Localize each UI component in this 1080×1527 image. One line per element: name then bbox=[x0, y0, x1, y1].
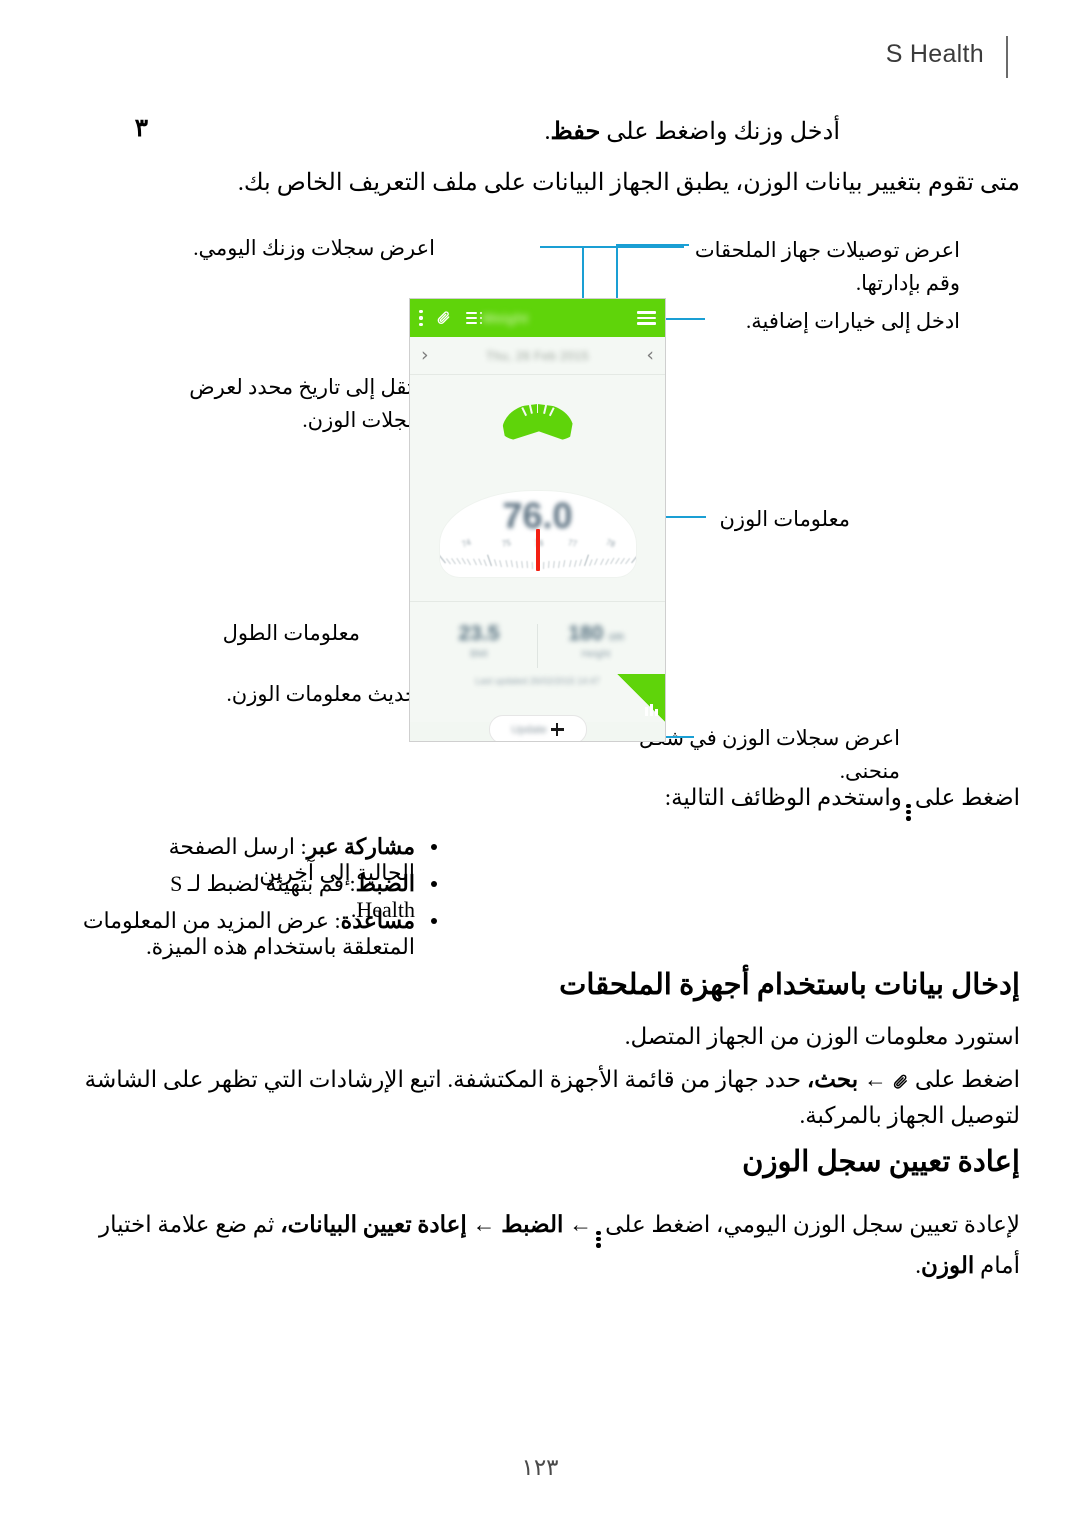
reset-bold-3: الوزن bbox=[921, 1252, 975, 1278]
step-text-plain: أدخل وزنك واضغط على bbox=[600, 119, 840, 145]
paperclip-icon bbox=[890, 1066, 912, 1089]
height-label: Height bbox=[581, 649, 611, 660]
section-heading-accessories: إدخال بيانات باستخدام أجهزة الملحقات bbox=[559, 969, 1020, 1001]
callout-line-daily-records bbox=[540, 246, 684, 248]
update-button[interactable]: Update bbox=[488, 715, 587, 741]
update-button-label: Update bbox=[511, 723, 547, 736]
callout-line-accessory bbox=[616, 244, 689, 246]
intro-paragraph: متى تقوم بتغيير بيانات الوزن، يطبق الجها… bbox=[237, 170, 1020, 196]
accessories-paragraph: استورد معلومات الوزن من الجهاز المتصل. bbox=[624, 1024, 1020, 1049]
functions-intro-after: واستخدم الوظائف التالية: bbox=[664, 785, 902, 810]
callout-left-date-navigate: انتقل إلى تاريخ محدد لعرض سجلات الوزن. bbox=[189, 375, 425, 432]
height-stat[interactable]: 180 cm Height bbox=[544, 622, 648, 660]
current-date-label: Thu, 26 Feb 2015 bbox=[486, 348, 589, 363]
callout-left-height-info: معلومات الطول bbox=[222, 621, 360, 645]
list-item: مساعدة: عرض المزيد من المعلومات المتعلقة… bbox=[75, 908, 437, 960]
bullet-label: مساعدة bbox=[340, 908, 415, 933]
manual-page: S Health ٣ أدخل وزنك واضغط على حفظ. متى … bbox=[0, 0, 1080, 1527]
instruction-part-1: اضغط على bbox=[914, 1067, 1020, 1092]
functions-intro: اضغط على واستخدم الوظائف التالية: bbox=[60, 780, 1020, 821]
functions-intro-before: اضغط على bbox=[914, 785, 1020, 810]
app-title: Weight bbox=[482, 310, 529, 326]
next-day-button[interactable]: ‹ bbox=[421, 346, 429, 365]
plus-icon bbox=[550, 723, 564, 736]
height-value: 180 cm bbox=[568, 622, 624, 645]
running-head: S Health bbox=[0, 28, 1080, 80]
hamburger-icon[interactable] bbox=[637, 311, 656, 325]
bullet-label: الضبط bbox=[355, 871, 415, 896]
bmi-label: BMI bbox=[470, 649, 488, 660]
app-bar-icons bbox=[419, 309, 482, 327]
step-text: أدخل وزنك واضغط على حفظ. bbox=[150, 114, 840, 151]
more-vertical-icon bbox=[596, 1230, 601, 1248]
weight-card[interactable]: 76.0 74 75 76 77 78 bbox=[410, 467, 665, 601]
bullet-dot bbox=[431, 844, 437, 850]
instruction-bold: بحث، bbox=[806, 1067, 859, 1092]
weight-needle bbox=[535, 529, 540, 571]
page-number: ١٢٣ bbox=[521, 1455, 559, 1480]
callout-right-accessory-connections: اعرض توصيلات جهاز الملحقات وقم بإدارتها. bbox=[694, 238, 960, 295]
bullet-dot bbox=[431, 918, 437, 924]
bar-chart-icon bbox=[645, 704, 658, 716]
callout-left-daily-records: اعرض سجلات وزنك اليومي. bbox=[193, 236, 435, 260]
callout-right-more-options: ادخل إلى خيارات إضافية. bbox=[746, 309, 960, 333]
step-text-bold: حفظ bbox=[550, 119, 601, 145]
reset-arrow-2: ← bbox=[472, 1212, 496, 1237]
bullet-label: مشاركة عبر bbox=[306, 834, 415, 859]
list-icon[interactable] bbox=[465, 311, 482, 325]
more-vertical-icon[interactable] bbox=[419, 310, 423, 326]
running-head-title: S Health bbox=[885, 40, 984, 68]
phone-screenshot: Weight › Thu, 26 Feb 2015 ‹ 76.0 74 75 7… bbox=[409, 298, 666, 742]
body-stats-section: 180 cm Height 23.5 BMI Last updated 26/0… bbox=[410, 601, 665, 741]
fan-graphic-area bbox=[410, 375, 665, 467]
section-heading-reset: إعادة تعيين سجل الوزن bbox=[742, 1146, 1020, 1178]
stats-divider bbox=[537, 624, 538, 668]
callout-line-weight-info bbox=[666, 516, 706, 518]
stats-row: 180 cm Height 23.5 BMI bbox=[410, 602, 665, 668]
date-navigation-bar: › Thu, 26 Feb 2015 ‹ bbox=[410, 337, 665, 375]
instruction-arrow: ← bbox=[863, 1067, 887, 1092]
reset-part-1: لإعادة تعيين سجل الوزن اليومي، اضغط على bbox=[605, 1212, 1020, 1237]
prev-day-button[interactable]: › bbox=[646, 346, 654, 365]
bmi-value: 23.5 bbox=[458, 622, 500, 645]
weight-dial: 76.0 74 75 76 77 78 bbox=[439, 491, 636, 577]
reset-arrow-1: ← bbox=[569, 1212, 593, 1237]
step-number: ٣ bbox=[134, 115, 148, 142]
scale-fan-icon bbox=[501, 400, 574, 442]
app-bar: Weight bbox=[410, 299, 665, 337]
reset-bold-2: إعادة تعيين البيانات، bbox=[280, 1212, 467, 1237]
more-vertical-icon bbox=[906, 803, 911, 821]
running-head-rule bbox=[1006, 36, 1008, 78]
paperclip-icon[interactable] bbox=[436, 309, 452, 327]
reset-bold-1: الضبط bbox=[501, 1212, 564, 1237]
bmi-stat[interactable]: 23.5 BMI bbox=[427, 622, 531, 660]
bullet-dot bbox=[431, 881, 437, 887]
reset-instruction: لإعادة تعيين سجل الوزن اليومي، اضغط على ←… bbox=[60, 1207, 1020, 1283]
chart-corner-button[interactable] bbox=[617, 674, 665, 722]
accessories-instruction: اضغط على← بحث، حدد جهاز من قائمة الأجهزة… bbox=[60, 1062, 1020, 1133]
